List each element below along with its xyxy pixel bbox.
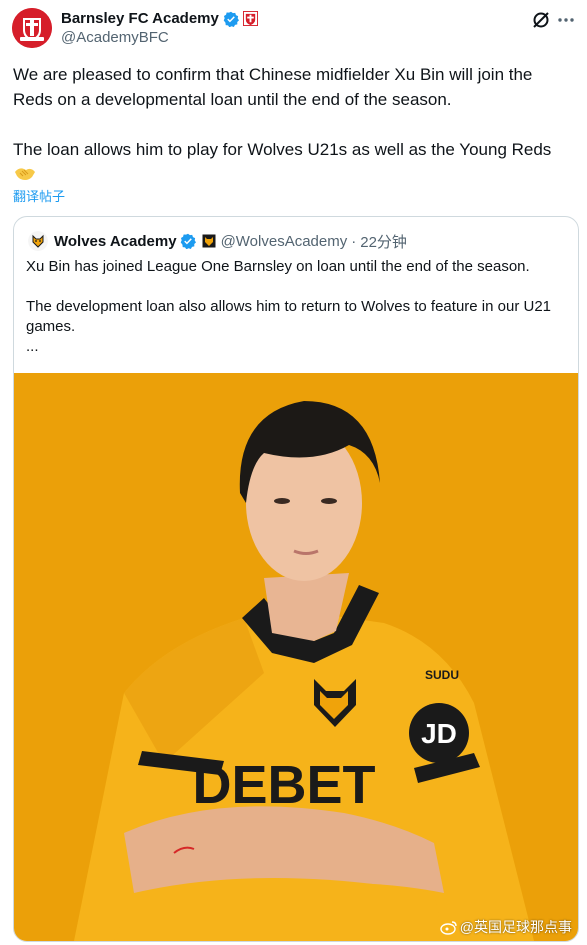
barnsley-crest-icon [12,8,52,48]
post-paragraph: The loan allows him to play for Wolves U… [13,140,552,159]
translate-post-link[interactable]: 翻译帖子 [13,186,65,205]
verified-badge-icon [180,233,196,249]
kit-brand-text: SUDU [425,668,459,682]
watermark: @英国足球那点事 [440,917,572,937]
grok-icon[interactable] [531,10,551,30]
post-header: Barnsley FC Academy @AcademyBFC [12,6,575,50]
quoted-paragraph: The development loan also allows him to … [26,298,551,355]
player-photo[interactable]: JD SUDU DEBET [14,373,578,941]
author-handle[interactable]: @AcademyBFC [61,29,258,46]
author-avatar[interactable] [12,8,52,48]
handshake-emoji-icon [15,168,35,180]
quoted-author-name[interactable]: Wolves Academy [54,233,177,250]
more-icon[interactable] [557,10,575,30]
weibo-icon [440,921,457,935]
quoted-timestamp[interactable]: 22分钟 [360,231,407,252]
author-name[interactable]: Barnsley FC Academy [61,10,219,27]
separator-dot: · [351,232,357,250]
sleeve-sponsor-text: JD [421,718,457,749]
quoted-text: Xu Bin has joined League One Barnsley on… [26,257,566,357]
post-paragraph: We are pleased to confirm that Chinese m… [13,65,533,109]
verified-badge-icon [223,11,239,27]
quoted-paragraph: Xu Bin has joined League One Barnsley on… [26,258,530,275]
shirt-sponsor-text: DEBET [192,755,375,815]
quoted-author-handle[interactable]: @WolvesAcademy [221,233,348,250]
wolves-crest-icon[interactable] [28,231,48,251]
watermark-text: @英国足球那点事 [459,919,572,935]
barnsley-badge-icon [242,11,258,26]
post-text: We are pleased to confirm that Chinese m… [13,62,573,162]
quoted-post[interactable]: Wolves Academy @WolvesAcademy · 22分钟 Xu … [13,216,579,942]
wolves-badge-icon [202,234,216,248]
